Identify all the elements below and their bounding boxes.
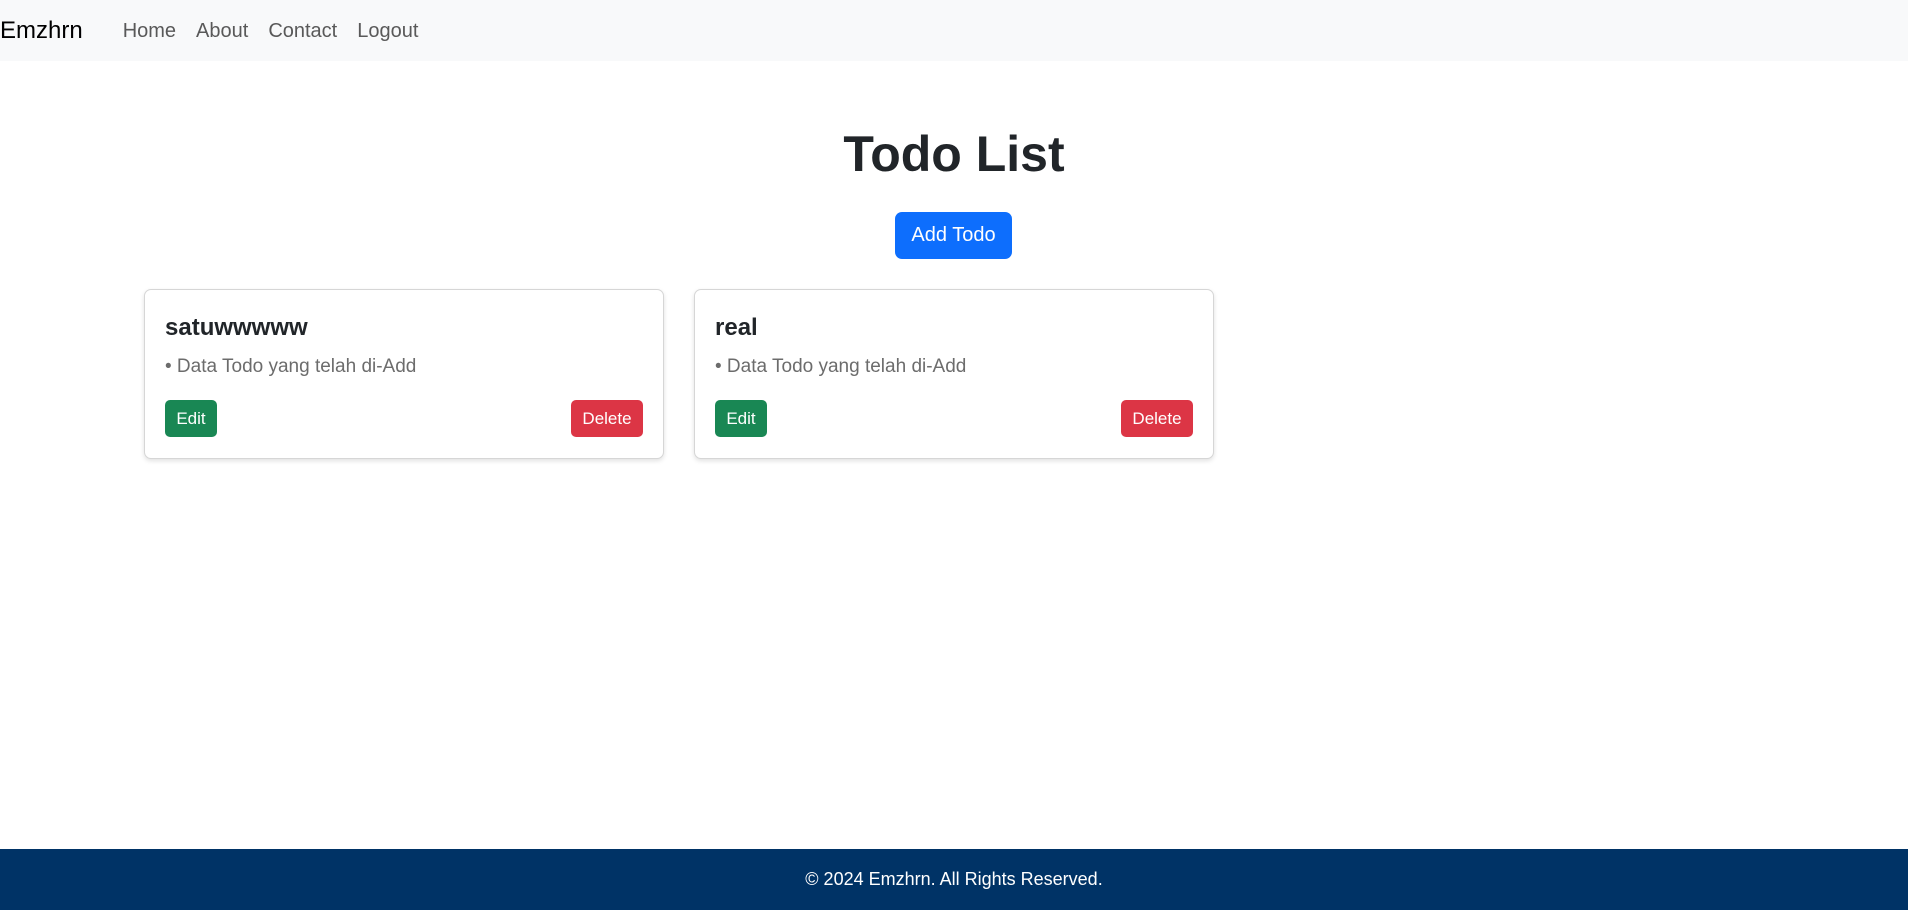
todo-description: • Data Todo yang telah di-Add bbox=[715, 356, 967, 377]
nav-link-contact[interactable]: Contact bbox=[258, 21, 347, 41]
todo-title: real bbox=[715, 314, 758, 341]
footer-copyright: © 2024 Emzhrn. All Rights Reserved. bbox=[805, 869, 1103, 889]
edit-button[interactable]: Edit bbox=[715, 400, 767, 437]
todo-card: real • Data Todo yang telah di-Add Edit … bbox=[694, 289, 1214, 459]
todo-card: satuwwwww • Data Todo yang telah di-Add … bbox=[144, 289, 664, 459]
page-title: Todo List bbox=[843, 126, 1065, 182]
navbar: Emzhrn Home About Contact Logout bbox=[0, 0, 1908, 61]
todo-title: satuwwwww bbox=[165, 314, 308, 341]
nav-link-home[interactable]: Home bbox=[113, 21, 186, 41]
nav-link-about[interactable]: About bbox=[186, 21, 258, 41]
footer: © 2024 Emzhrn. All Rights Reserved. bbox=[0, 849, 1908, 910]
todo-description: • Data Todo yang telah di-Add bbox=[165, 356, 417, 377]
delete-button[interactable]: Delete bbox=[571, 400, 643, 437]
add-todo-button[interactable]: Add Todo bbox=[895, 212, 1012, 259]
navbar-brand[interactable]: Emzhrn bbox=[0, 18, 83, 43]
delete-button[interactable]: Delete bbox=[1121, 400, 1193, 437]
edit-button[interactable]: Edit bbox=[165, 400, 217, 437]
nav-link-logout[interactable]: Logout bbox=[347, 21, 428, 41]
nav-links: Home About Contact Logout bbox=[113, 21, 429, 41]
